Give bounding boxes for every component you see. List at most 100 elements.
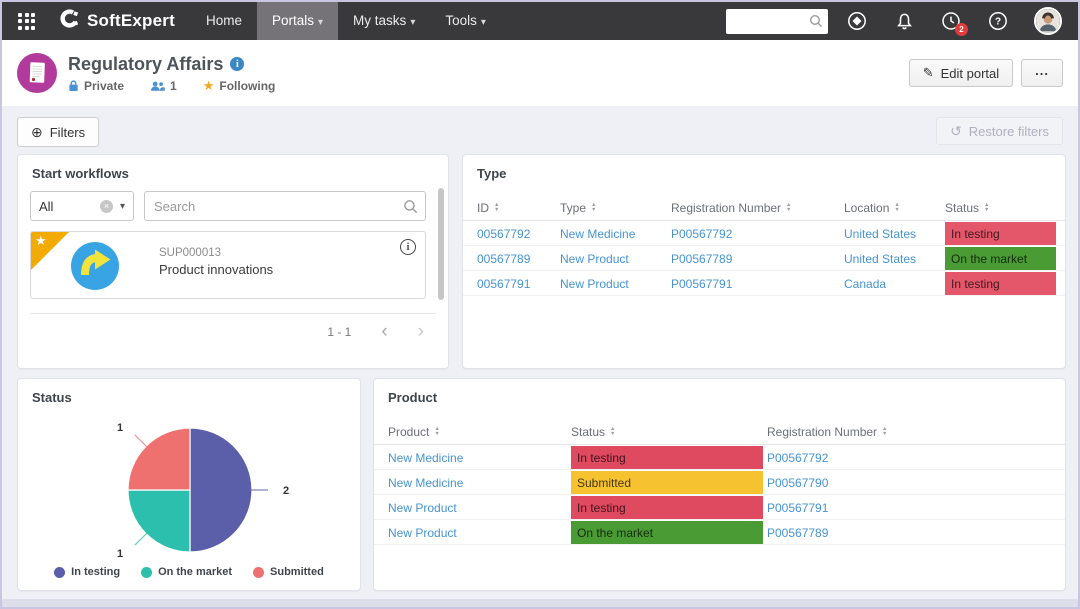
cell-id[interactable]: 00567789: [477, 252, 560, 266]
column-header-product[interactable]: Product ▲ ▼: [388, 425, 571, 439]
cell-product[interactable]: New Product: [388, 501, 571, 515]
workflow-search-input[interactable]: [144, 191, 426, 221]
cell-type[interactable]: New Medicine: [560, 227, 671, 241]
nav-item-portals[interactable]: Portals ▾: [256, 2, 339, 40]
softexpert-gear-icon: [59, 8, 80, 34]
cell-registration-number[interactable]: P00567791: [671, 277, 844, 291]
softexpert-logo[interactable]: SoftExpert: [59, 8, 175, 34]
sort-icon: ▲ ▼: [894, 202, 900, 213]
panel-title: Product: [388, 390, 438, 405]
chart-legend: In testing On the market Submitted: [18, 566, 360, 578]
navbar-icon-cluster: 2 ?: [846, 7, 1062, 36]
following-toggle[interactable]: ★ Following: [203, 79, 276, 93]
pie-value-label: 1: [117, 548, 123, 560]
clear-icon[interactable]: ×: [99, 199, 113, 213]
sort-icon: ▲ ▼: [434, 426, 440, 437]
table-row: New Product In testing P00567791: [374, 495, 1065, 520]
pie-value-label: 1: [117, 422, 123, 434]
next-page-icon[interactable]: ›: [418, 322, 424, 341]
notifications-bell-icon[interactable]: [893, 10, 915, 32]
cell-type[interactable]: New Product: [560, 277, 671, 291]
cell-registration-number[interactable]: P00567792: [671, 227, 844, 241]
start-workflows-panel: Start workflows All × ▾ ★: [17, 154, 449, 369]
sort-icon: ▲ ▼: [882, 426, 888, 437]
global-search: [726, 8, 828, 34]
cell-type[interactable]: New Product: [560, 252, 671, 266]
table-row: 00567791 New Product P00567791 Canada In…: [463, 271, 1065, 296]
pie-slice: [189, 427, 253, 553]
column-header-registration-number[interactable]: Registration Number ▲ ▼: [671, 201, 844, 215]
cell-registration-number[interactable]: P00567790: [767, 476, 1051, 490]
workflow-id: SUP000013: [159, 247, 222, 259]
plus-circle-icon: ⊕: [31, 123, 43, 140]
cell-registration-number[interactable]: P00567792: [767, 451, 1051, 465]
pie-callout-line: [134, 532, 148, 546]
brand-name: SoftExpert: [87, 11, 175, 30]
info-icon[interactable]: i: [400, 239, 416, 255]
pie-value-label: 2: [283, 485, 289, 497]
product-panel: Product Product ▲ ▼ Status ▲ ▼ Registration …: [373, 378, 1066, 591]
cell-registration-number[interactable]: P00567791: [767, 501, 1051, 515]
type-panel: Type ID ▲ ▼ Type ▲ ▼ Registration Number ▲ ▼ L…: [462, 154, 1066, 369]
workflow-card[interactable]: ★ SUP000013 Product innovations i: [30, 231, 426, 299]
edit-portal-button[interactable]: ✎ Edit portal: [908, 59, 1014, 87]
cell-registration-number[interactable]: P00567789: [767, 526, 1051, 540]
cell-id[interactable]: 00567792: [477, 227, 560, 241]
legend-item: In testing: [54, 566, 120, 578]
cell-location[interactable]: Canada: [844, 277, 945, 291]
filters-button[interactable]: ⊕ Filters: [17, 117, 100, 147]
chevron-down-icon: ▾: [410, 17, 416, 28]
cell-location[interactable]: United States: [844, 252, 945, 266]
cell-product[interactable]: New Medicine: [388, 451, 571, 465]
user-avatar[interactable]: [1034, 7, 1062, 35]
star-icon: ★: [35, 233, 47, 248]
nav-item-tools[interactable]: Tools ▾: [430, 2, 501, 40]
search-icon: [402, 198, 419, 220]
column-header-status[interactable]: Status ▲ ▼: [945, 201, 1056, 215]
nav-item-home[interactable]: Home: [191, 2, 257, 40]
cell-product[interactable]: New Medicine: [388, 476, 571, 490]
table-row: 00567789 New Product P00567789 United St…: [463, 246, 1065, 271]
apps-grid-icon[interactable]: [18, 12, 35, 30]
cell-location[interactable]: United States: [844, 227, 945, 241]
cell-product[interactable]: New Product: [388, 526, 571, 540]
previous-page-icon[interactable]: ‹: [381, 322, 387, 341]
table-row: New Medicine In testing P00567792: [374, 445, 1065, 470]
portal-info-icon[interactable]: i: [230, 57, 245, 71]
table-row: 00567792 New Medicine P00567792 United S…: [463, 221, 1065, 246]
pending-tasks-clock-icon[interactable]: 2: [940, 10, 968, 36]
help-icon[interactable]: ?: [987, 10, 1009, 32]
legend-label: Submitted: [270, 566, 324, 578]
pagination: 1 - 1 ‹ ›: [18, 314, 448, 341]
quick-access-icon[interactable]: [846, 10, 868, 32]
status-pie-chart: 2 1 1: [117, 422, 289, 560]
column-header-id[interactable]: ID ▲ ▼: [477, 201, 560, 215]
panel-scrollbar[interactable]: [438, 188, 444, 300]
legend-dot-icon: [253, 566, 265, 578]
more-options-button[interactable]: ...: [1021, 59, 1063, 87]
column-header-location[interactable]: Location ▲ ▼: [844, 201, 945, 215]
top-navbar: SoftExpert Home Portals ▾ My tasks ▾ Tools…: [2, 2, 1078, 40]
tasks-count-badge: 2: [955, 23, 968, 36]
sort-icon: ▲ ▼: [494, 202, 500, 213]
users-icon: [150, 81, 165, 91]
column-header-registration-number[interactable]: Registration Number ▲ ▼: [767, 425, 1051, 439]
legend-item: On the market: [141, 566, 232, 578]
members-count[interactable]: 1: [150, 79, 177, 93]
status-panel: Status 2 1 1 In testing On the market Submit…: [17, 378, 361, 591]
ellipsis-icon: ...: [1035, 62, 1049, 78]
header-actions: ✎ Edit portal ...: [908, 59, 1063, 87]
portal-page: SoftExpert Home Portals ▾ My tasks ▾ Tools…: [0, 0, 1080, 609]
restore-filters-button[interactable]: ↺ Restore filters: [936, 117, 1063, 145]
portal-document-icon: [17, 53, 57, 93]
workflow-filter-dropdown[interactable]: All × ▾: [30, 191, 134, 221]
nav-item-my-tasks[interactable]: My tasks ▾: [338, 2, 430, 40]
status-badge: Submitted: [571, 471, 763, 494]
panel-title: Type: [477, 166, 507, 181]
chevron-down-icon: ▾: [318, 17, 324, 28]
column-header-status[interactable]: Status ▲ ▼: [571, 425, 767, 439]
cell-id[interactable]: 00567791: [477, 277, 560, 291]
cell-registration-number[interactable]: P00567789: [671, 252, 844, 266]
status-badge: In testing: [945, 222, 1056, 245]
column-header-type[interactable]: Type ▲ ▼: [560, 201, 671, 215]
